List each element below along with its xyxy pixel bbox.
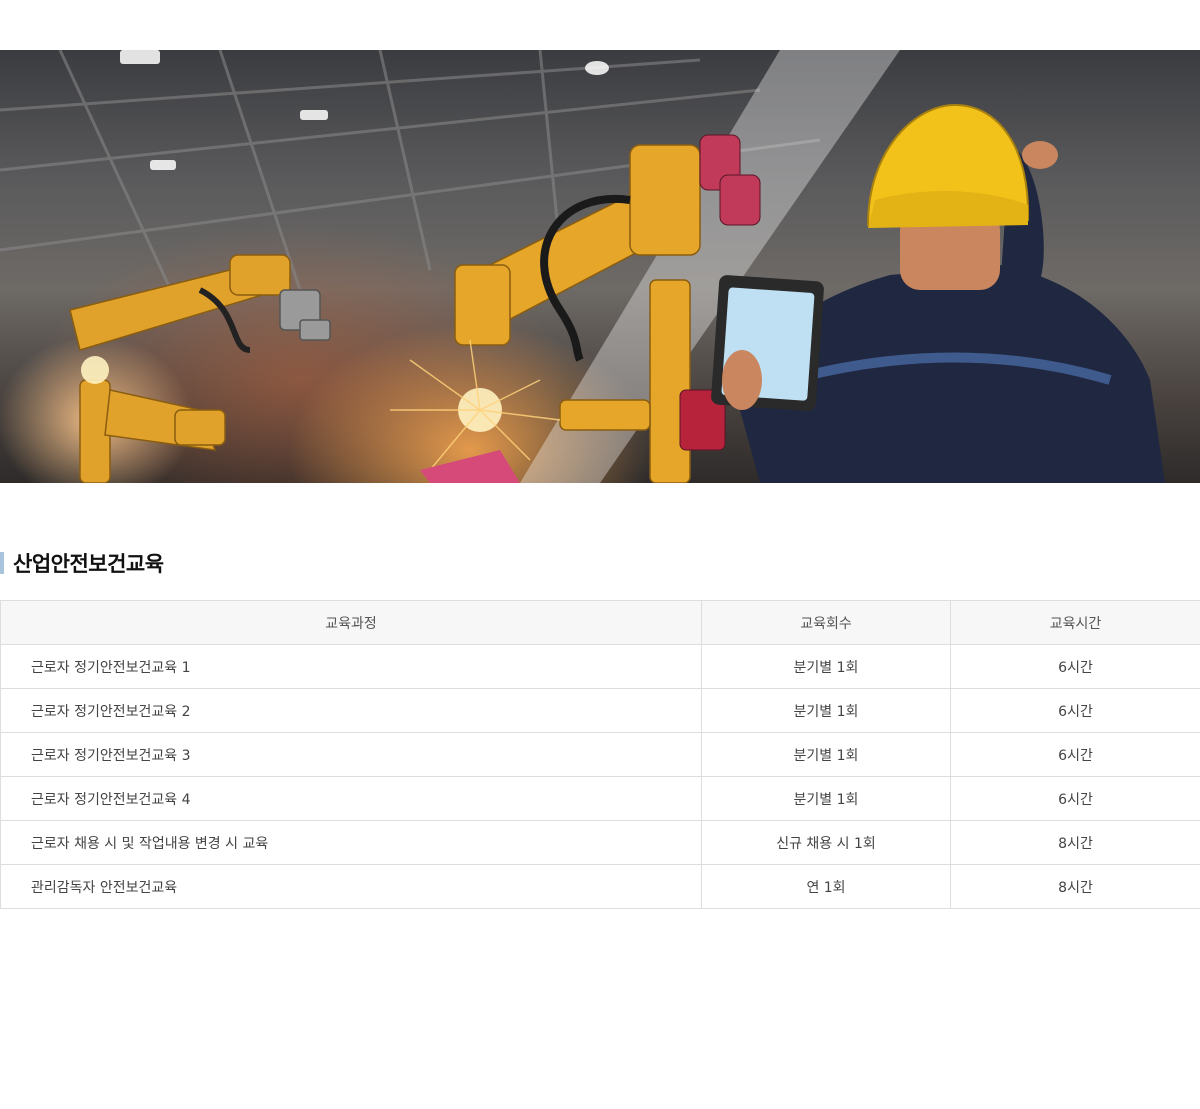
hours-cell: 6시간 <box>950 644 1200 689</box>
section-heading: 산업안전보건교육 <box>0 548 164 578</box>
count-cell: 연 1회 <box>701 864 951 909</box>
hero-illustration <box>0 50 1165 483</box>
table-row: 근로자 정기안전보건교육 4 분기별 1회 6시간 <box>0 776 1200 821</box>
page-title: 산업안전보건교육 <box>13 552 164 576</box>
table-row: 근로자 정기안전보건교육 1 분기별 1회 6시간 <box>0 644 1200 689</box>
header-course: 교육과정 <box>0 600 702 645</box>
course-cell: 근로자 정기안전보건교육 4 <box>0 776 702 821</box>
table-header-row: 교육과정 교육회수 교육시간 <box>0 600 1200 645</box>
hours-cell: 8시간 <box>950 864 1200 909</box>
course-cell: 근로자 정기안전보건교육 1 <box>0 644 702 689</box>
table-row: 관리감독자 안전보건교육 연 1회 8시간 <box>0 864 1200 909</box>
count-cell: 분기별 1회 <box>701 776 951 821</box>
header-count: 교육회수 <box>701 600 951 645</box>
table-row: 근로자 정기안전보건교육 2 분기별 1회 6시간 <box>0 688 1200 733</box>
course-cell: 관리감독자 안전보건교육 <box>0 864 702 909</box>
count-cell: 신규 채용 시 1회 <box>701 820 951 865</box>
title-accent-bar <box>0 552 4 574</box>
hero-banner-image <box>0 50 1200 483</box>
hours-cell: 6시간 <box>950 776 1200 821</box>
count-cell: 분기별 1회 <box>701 644 951 689</box>
hours-cell: 8시간 <box>950 820 1200 865</box>
table-row: 근로자 채용 시 및 작업내용 변경 시 교육 신규 채용 시 1회 8시간 <box>0 820 1200 865</box>
hours-cell: 6시간 <box>950 732 1200 777</box>
count-cell: 분기별 1회 <box>701 732 951 777</box>
hours-cell: 6시간 <box>950 688 1200 733</box>
table-row: 근로자 정기안전보건교육 3 분기별 1회 6시간 <box>0 732 1200 777</box>
count-cell: 분기별 1회 <box>701 688 951 733</box>
education-table: 교육과정 교육회수 교육시간 근로자 정기안전보건교육 1 분기별 1회 6시간… <box>0 600 1200 909</box>
page: 산업안전보건교육 교육과정 교육회수 교육시간 근로자 정기안전보건교육 1 분… <box>0 0 1200 1109</box>
course-cell: 근로자 정기안전보건교육 3 <box>0 732 702 777</box>
header-hours: 교육시간 <box>950 600 1200 645</box>
course-cell: 근로자 정기안전보건교육 2 <box>0 688 702 733</box>
course-cell: 근로자 채용 시 및 작업내용 변경 시 교육 <box>0 820 702 865</box>
